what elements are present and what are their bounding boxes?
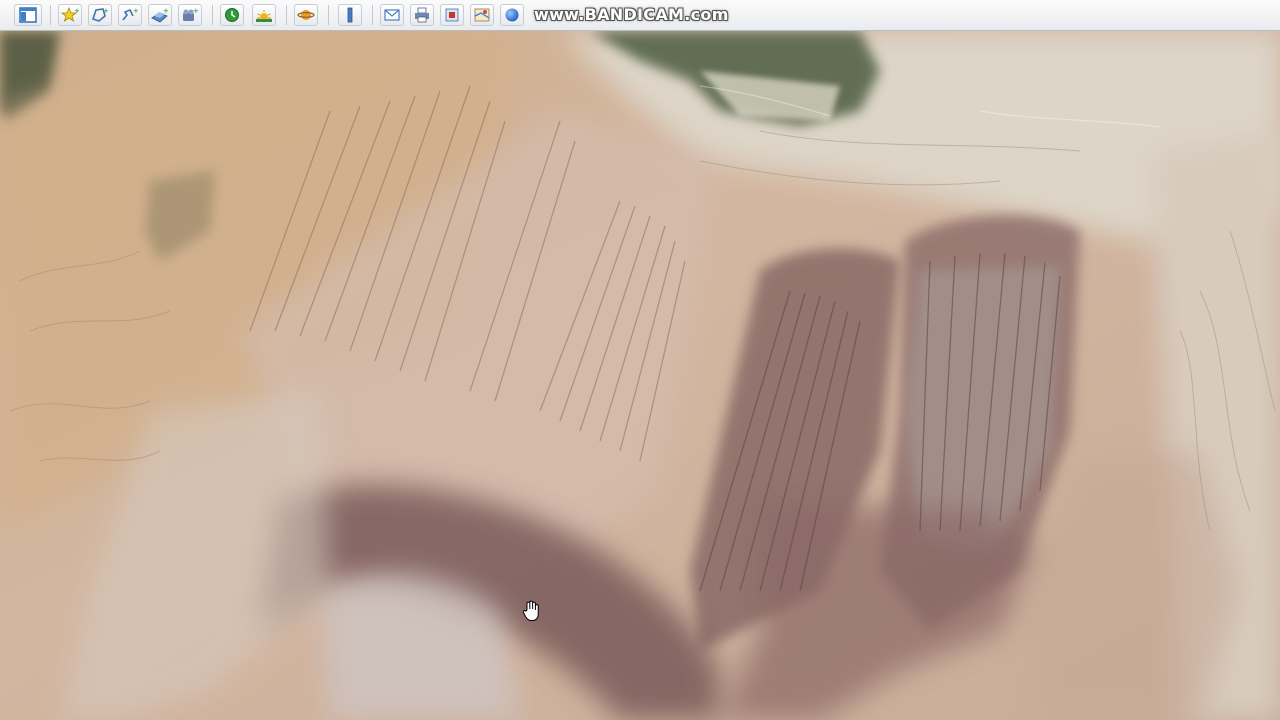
view-in-maps-icon: [473, 7, 491, 23]
hand-grab-icon: [522, 600, 540, 622]
toolbar-separator: [328, 5, 329, 25]
print-button[interactable]: [410, 4, 434, 26]
add-polygon-icon: +: [91, 7, 109, 23]
record-tour-icon: +: [181, 7, 199, 23]
satellite-terrain-image: [0, 31, 1280, 720]
print-icon: [413, 7, 431, 23]
save-image-button[interactable]: [440, 4, 464, 26]
svg-text:+: +: [163, 7, 169, 15]
historical-imagery-icon: [223, 7, 241, 23]
svg-text:+: +: [133, 7, 139, 15]
sidebar-toggle-button[interactable]: [14, 4, 42, 26]
switch-to-sky-icon: [297, 7, 315, 23]
toolbar-separator: [212, 5, 213, 25]
toolbar-separator: [372, 5, 373, 25]
switch-to-sky-button[interactable]: [294, 4, 318, 26]
svg-text:+: +: [193, 7, 199, 15]
add-path-icon: +: [121, 7, 139, 23]
sidebar-toggle-icon: [19, 7, 37, 23]
view-in-maps-button[interactable]: [470, 4, 494, 26]
ruler-button[interactable]: [338, 4, 362, 26]
add-image-overlay-icon: +: [151, 7, 169, 23]
email-button[interactable]: [380, 4, 404, 26]
add-polygon-button[interactable]: +: [88, 4, 112, 26]
record-tour-button[interactable]: +: [178, 4, 202, 26]
svg-text:+: +: [74, 7, 79, 15]
historical-imagery-button[interactable]: [220, 4, 244, 26]
add-placemark-icon: +: [61, 7, 79, 23]
add-path-button[interactable]: +: [118, 4, 142, 26]
recording-watermark: www.BANDICAM.com: [534, 5, 729, 24]
google-earth-window: + + + + + www.BANDICAM.com: [0, 0, 1280, 720]
earth-button[interactable]: [500, 4, 524, 26]
email-icon: [383, 7, 401, 23]
sunlight-button[interactable]: [252, 4, 276, 26]
earth-icon: [503, 7, 521, 23]
sunlight-icon: [255, 7, 273, 23]
ruler-icon: [341, 7, 359, 23]
toolbar-separator: [286, 5, 287, 25]
earth-3d-viewer[interactable]: [0, 31, 1280, 720]
add-placemark-button[interactable]: +: [58, 4, 82, 26]
toolbar-separator: [50, 5, 51, 25]
svg-text:+: +: [103, 7, 109, 15]
add-image-overlay-button[interactable]: +: [148, 4, 172, 26]
toolbar: + + + + + www.BANDICAM.com: [0, 0, 1280, 31]
save-image-icon: [443, 7, 461, 23]
